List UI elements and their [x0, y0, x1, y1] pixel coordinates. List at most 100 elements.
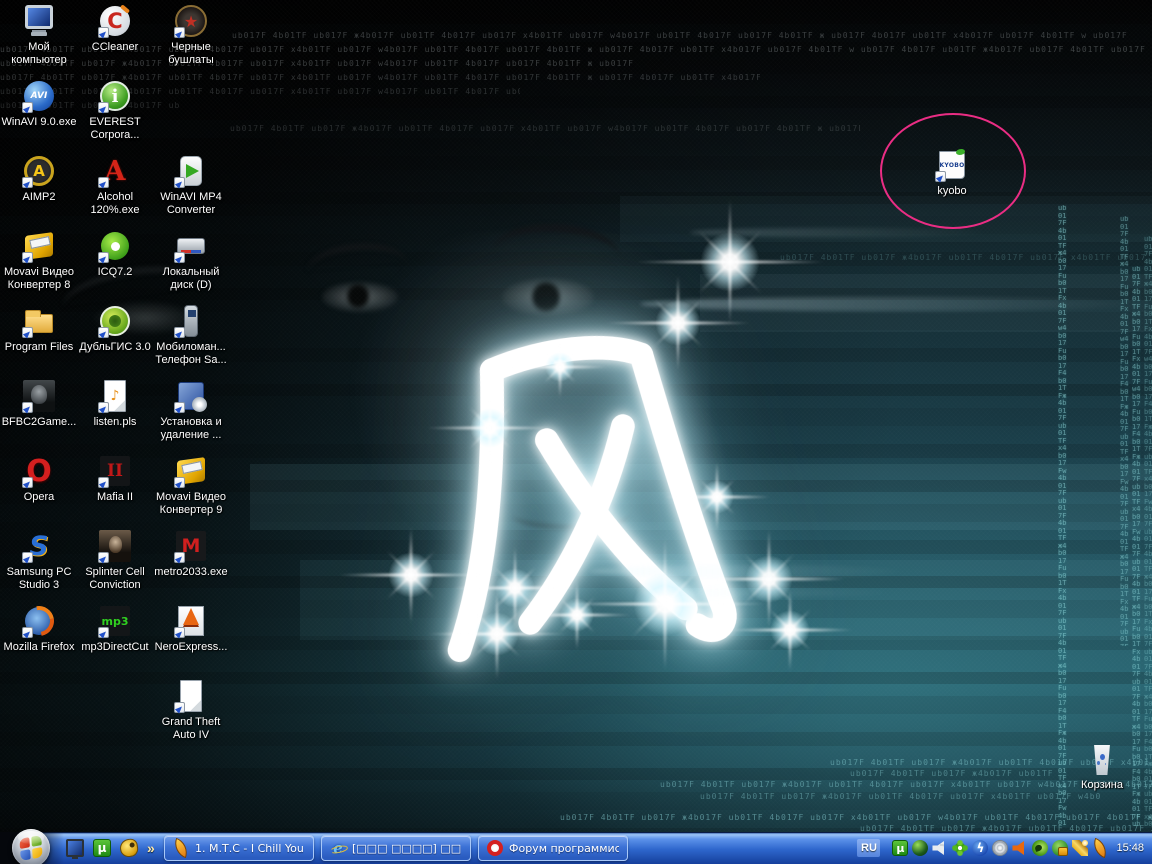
desktop-icon-blackcoats[interactable]: ★ Черные бушлаты: [153, 4, 229, 67]
shortcut-arrow-icon: [174, 327, 185, 338]
desktop-icon-bfbc2[interactable]: BFBC2Game...: [1, 379, 77, 429]
opera-icon: O: [22, 454, 56, 489]
overflow-chevron-icon[interactable]: »: [147, 840, 155, 856]
desktop-icon-nero[interactable]: NeroExpress...: [153, 604, 229, 654]
desktop-icon-mp3directcut[interactable]: mp3 mp3DirectCut: [77, 604, 153, 654]
firefox-icon: [22, 604, 56, 638]
desktop-icon-listenpls[interactable]: ♪ listen.pls: [77, 379, 153, 429]
desktop-icon-firefox[interactable]: Mozilla Firefox: [1, 604, 77, 654]
security-tray-icon[interactable]: [1052, 840, 1069, 856]
desktop-icon-opera[interactable]: O Opera: [1, 454, 77, 504]
icq-tray-icon[interactable]: [952, 840, 969, 856]
desktop-icon-label: metro2033.exe: [154, 566, 228, 578]
display-icon[interactable]: [66, 839, 84, 859]
icon-glyph: A: [33, 162, 45, 180]
task-button[interactable]: Форум программисто...: [478, 835, 628, 861]
desktop-icon-label: Splinter Cell Conviction: [85, 566, 145, 591]
quick-launch-bar: µ»: [66, 832, 155, 864]
desktop-icon-alcohol[interactable]: A Alcohol 120%.exe: [77, 154, 153, 217]
desktop-icon-label: WinAVI MP4 Converter: [160, 191, 222, 216]
desktop-icon-metro[interactable]: Mmetro2033.exe: [153, 529, 229, 579]
gtadoc-icon: [174, 679, 208, 713]
task-buttons: 1. М.Т.С - I Chill You (V... e [□□□ □□□□] …: [164, 835, 628, 861]
desktop-icon-winavi[interactable]: AVI WinAVI 9.0.exe: [1, 79, 77, 129]
ccleaner-icon: C: [98, 4, 132, 38]
desktop-icon-samsung[interactable]: S Samsung PC Studio 3: [1, 529, 77, 592]
desktop-icon-aimp2[interactable]: A AIMP2: [1, 154, 77, 204]
desktop-icon-label: ДубльГИС 3.0: [79, 341, 151, 353]
desktop-icon-label: Program Files: [4, 341, 74, 353]
desktop-icon-winavimp4[interactable]: WinAVI MP4 Converter: [153, 154, 229, 217]
blackcoats-icon: ★: [174, 4, 208, 38]
utorrent-tray-icon[interactable]: µ: [892, 840, 909, 856]
desktop-icon-recycle[interactable]: Корзина: [1064, 742, 1140, 792]
desktop-icon-label: listen.pls: [93, 416, 137, 428]
desktop-icon-ccleaner[interactable]: C CCleaner: [77, 4, 153, 54]
desktop-icon-label: NeroExpress...: [154, 641, 228, 653]
shortcut-arrow-icon: [22, 402, 33, 413]
desktop-icon-gtadoc[interactable]: Grand Theft Auto IV: [153, 679, 229, 742]
desktop-icon-label: Мой компьютер: [11, 41, 67, 66]
desktop-icon-label: Opera: [23, 491, 55, 503]
desktop-icon-appwiz[interactable]: Установка и удаление ...: [153, 379, 229, 442]
shortcut-arrow-icon: [174, 627, 185, 638]
desktop-icon-movavibox[interactable]: Movavi Видео Конвертер 9: [153, 454, 229, 517]
magic-wand-tray-icon[interactable]: [1072, 840, 1089, 856]
localdisk-icon: [174, 229, 208, 263]
bfbc2-icon: [22, 379, 56, 413]
desktop-icon-movavibox[interactable]: Movavi Видео Конвертер 8: [1, 229, 77, 292]
task-button[interactable]: 1. М.Т.С - I Chill You (V...: [164, 835, 314, 861]
winavimp4-icon: [174, 154, 208, 188]
desktop-icon-mafia2[interactable]: II Mafia II: [77, 454, 153, 504]
shortcut-arrow-icon: [98, 27, 109, 38]
shortcut-arrow-icon: [935, 171, 946, 182]
samsung-icon: S: [22, 529, 56, 563]
dublgis-icon: [98, 304, 132, 338]
desktop-icon-kyobo[interactable]: KYOBO kyobo: [914, 148, 990, 198]
disc-burner-tray-icon[interactable]: [992, 840, 1009, 856]
icon-glyph: ★: [183, 11, 199, 31]
nvidia-tray-icon[interactable]: [1032, 840, 1049, 856]
icon-glyph: ♪: [110, 388, 120, 404]
icon-glyph: AVI: [30, 91, 48, 101]
language-indicator[interactable]: RU: [857, 839, 881, 857]
shortcut-arrow-icon: [98, 552, 109, 563]
gold-lamp-icon[interactable]: [118, 837, 140, 859]
desktop-icon-everest[interactable]: i EVEREST Corpora...: [77, 79, 153, 142]
desktop-icon-mycomputer[interactable]: Мой компьютер: [1, 4, 77, 67]
shortcut-arrow-icon: [174, 252, 185, 263]
desktop-icon-localdisk[interactable]: Локальный диск (D): [153, 229, 229, 292]
volume-tray-icon[interactable]: [932, 840, 944, 856]
icon-glyph: i: [111, 85, 119, 107]
shortcut-arrow-icon: [98, 102, 109, 113]
taskbar: µ» 1. М.Т.С - I Chill You (V...e[□□□ □□□…: [0, 829, 1152, 864]
appwiz-icon: [174, 379, 208, 413]
audio-manager-tray-icon[interactable]: [1012, 840, 1024, 856]
desktop[interactable]: ub017F4b01TFж4b017Fub01TFх4b017Fw4b017Fu…: [0, 0, 1152, 832]
task-button[interactable]: e [□□□ □□□□] □□ □□□...: [321, 835, 471, 861]
daemon-tools-tray-icon[interactable]: ϟ: [972, 840, 989, 856]
shortcut-arrow-icon: [174, 552, 185, 563]
shortcut-arrow-icon: [98, 402, 109, 413]
aimp-feather-tray-icon[interactable]: [1090, 837, 1111, 859]
start-button[interactable]: [12, 829, 50, 864]
tray-clock[interactable]: 15:48: [1116, 842, 1144, 854]
desktop-icon-icq[interactable]: ICQ7.2: [77, 229, 153, 279]
utorrent-icon[interactable]: µ: [93, 839, 111, 857]
aimp2-icon: A: [22, 154, 56, 188]
desktop-icon-label: Mozilla Firefox: [3, 641, 75, 653]
icon-glyph: KYOBO: [939, 161, 965, 169]
desktop-icon-label: ICQ7.2: [97, 266, 133, 278]
shortcut-arrow-icon: [22, 477, 33, 488]
metro-icon: M: [174, 529, 208, 563]
desktop-icon-label: Мобиломан... Телефон Sa...: [155, 341, 227, 366]
system-tray: RU µϟ 15:48: [857, 832, 1150, 864]
shortcut-arrow-icon: [98, 327, 109, 338]
desktop-icon-label: WinAVI 9.0.exe: [1, 116, 77, 128]
tray-icons: µϟ: [892, 837, 1111, 859]
desktop-icon-dublgis[interactable]: ДубльГИС 3.0: [77, 304, 153, 354]
desktop-icon-mobiloman[interactable]: Мобиломан... Телефон Sa...: [153, 304, 229, 367]
desktop-icon-programfiles[interactable]: Program Files: [1, 304, 77, 354]
green-orb-tray-icon[interactable]: [912, 840, 929, 856]
desktop-icon-splinter[interactable]: Splinter Cell Conviction: [77, 529, 153, 592]
